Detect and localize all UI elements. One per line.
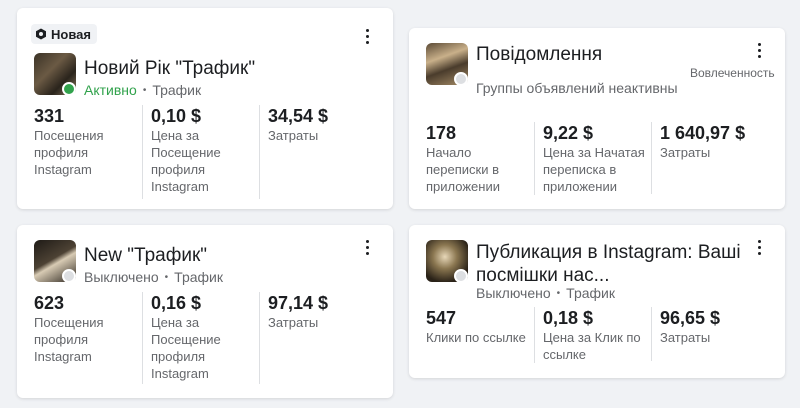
- metric-label: Клики по ссылке: [426, 330, 526, 345]
- metric-results: 331 Посещения профиля Instagram: [34, 105, 142, 199]
- badge-label: Новая: [51, 26, 91, 42]
- metric-label: Затраты: [268, 315, 319, 330]
- objective-label: Трафик: [174, 269, 223, 285]
- more-options-button[interactable]: [751, 237, 767, 257]
- metric-label: Посещения профиля Instagram: [34, 128, 104, 177]
- separator-dot: •: [556, 287, 561, 299]
- metric-label: Затраты: [660, 330, 711, 345]
- metric-value: 9,22 $: [543, 123, 594, 143]
- campaign-card[interactable]: Новая Новий Рік "Трафик" Активно • Трафи…: [17, 8, 393, 209]
- metric-value: 178: [426, 123, 457, 143]
- campaign-subtitle: Группы объявлений неактивны: [476, 80, 678, 96]
- hexagon-icon: [36, 28, 46, 40]
- campaign-card[interactable]: New "Трафик" Выключено • Трафик 623 Посе…: [17, 225, 393, 398]
- status-dot-inactive: [454, 72, 468, 86]
- separator-dot: •: [164, 271, 169, 283]
- metric-label: Цена за Клик по ссылке: [543, 330, 641, 362]
- more-options-button[interactable]: [359, 237, 375, 257]
- campaign-title[interactable]: Повідомлення: [476, 44, 602, 66]
- metric-results: 547 Клики по ссылке: [426, 307, 534, 363]
- metric-value: 0,18 $: [543, 308, 594, 328]
- campaign-title-line-1[interactable]: Публикация в Instagram: Ваші: [476, 242, 741, 264]
- campaign-title-line-2[interactable]: посмішки нас...: [476, 265, 609, 287]
- campaign-card[interactable]: Повідомлення Группы объявлений неактивны…: [409, 28, 785, 209]
- new-badge: Новая: [31, 24, 97, 44]
- campaign-title[interactable]: New "Трафик": [84, 245, 207, 267]
- metric-cost-per-result: 0,18 $ Цена за Клик по ссылке: [534, 307, 651, 363]
- metric-spend: 96,65 $ Затраты: [651, 307, 761, 361]
- objective-label: Вовлеченность: [690, 66, 775, 80]
- metric-value: 331: [34, 106, 65, 126]
- status-dot-active: [62, 82, 76, 96]
- metric-value: 547: [426, 308, 457, 328]
- metric-label: Цена за Посещение профиля Instagram: [151, 315, 221, 381]
- metric-cost-per-result: 0,10 $ Цена за Посещение профиля Instagr…: [142, 105, 259, 199]
- metric-spend: 34,54 $ Затраты: [259, 105, 369, 199]
- metric-results: 178 Начало переписки в приложении: [426, 122, 534, 195]
- metric-value: 623: [34, 293, 65, 313]
- more-options-button[interactable]: [751, 40, 767, 60]
- metric-value: 1 640,97 $: [660, 123, 746, 143]
- campaign-status-line: Выключено • Трафик: [476, 285, 615, 301]
- metric-label: Начало переписки в приложении: [426, 145, 500, 194]
- metric-spend: 1 640,97 $ Затраты: [651, 122, 771, 194]
- status-dot-inactive: [454, 269, 468, 283]
- status-label: Выключено: [476, 285, 551, 301]
- status-label: Активно: [84, 82, 137, 98]
- metric-cost-per-result: 0,16 $ Цена за Посещение профиля Instagr…: [142, 292, 259, 384]
- metric-label: Цена за Посещение профиля Instagram: [151, 128, 221, 194]
- campaign-card[interactable]: Публикация в Instagram: Ваші посмішки на…: [409, 225, 785, 378]
- separator-dot: •: [142, 84, 147, 96]
- metrics-row: 547 Клики по ссылке 0,18 $ Цена за Клик …: [426, 307, 761, 363]
- metric-value: 96,65 $: [660, 308, 721, 328]
- metrics-row: 331 Посещения профиля Instagram 0,10 $ Ц…: [34, 105, 369, 199]
- metric-results: 623 Посещения профиля Instagram: [34, 292, 142, 384]
- metric-spend: 97,14 $ Затраты: [259, 292, 369, 384]
- metric-value: 0,10 $: [151, 106, 202, 126]
- metric-label: Затраты: [268, 128, 319, 143]
- metric-value: 97,14 $: [268, 293, 329, 313]
- metrics-row: 178 Начало переписки в приложении 9,22 $…: [426, 122, 771, 195]
- metric-label: Затраты: [660, 145, 711, 160]
- objective-label: Трафик: [566, 285, 615, 301]
- metric-cost-per-result: 9,22 $ Цена за Начатая переписка в прило…: [534, 122, 651, 195]
- campaign-title[interactable]: Новий Рік "Трафик": [84, 58, 255, 80]
- metric-label: Цена за Начатая переписка в приложении: [543, 145, 645, 194]
- metrics-row: 623 Посещения профиля Instagram 0,16 $ Ц…: [34, 292, 369, 384]
- objective-label: Трафик: [152, 82, 202, 98]
- campaign-status-line: Выключено • Трафик: [84, 269, 223, 285]
- campaign-status-line: Активно • Трафик: [84, 82, 201, 98]
- metric-value: 0,16 $: [151, 293, 202, 313]
- metric-label: Посещения профиля Instagram: [34, 315, 104, 364]
- more-options-button[interactable]: [359, 26, 375, 46]
- metric-value: 34,54 $: [268, 106, 329, 126]
- status-dot-inactive: [62, 269, 76, 283]
- status-label: Выключено: [84, 269, 159, 285]
